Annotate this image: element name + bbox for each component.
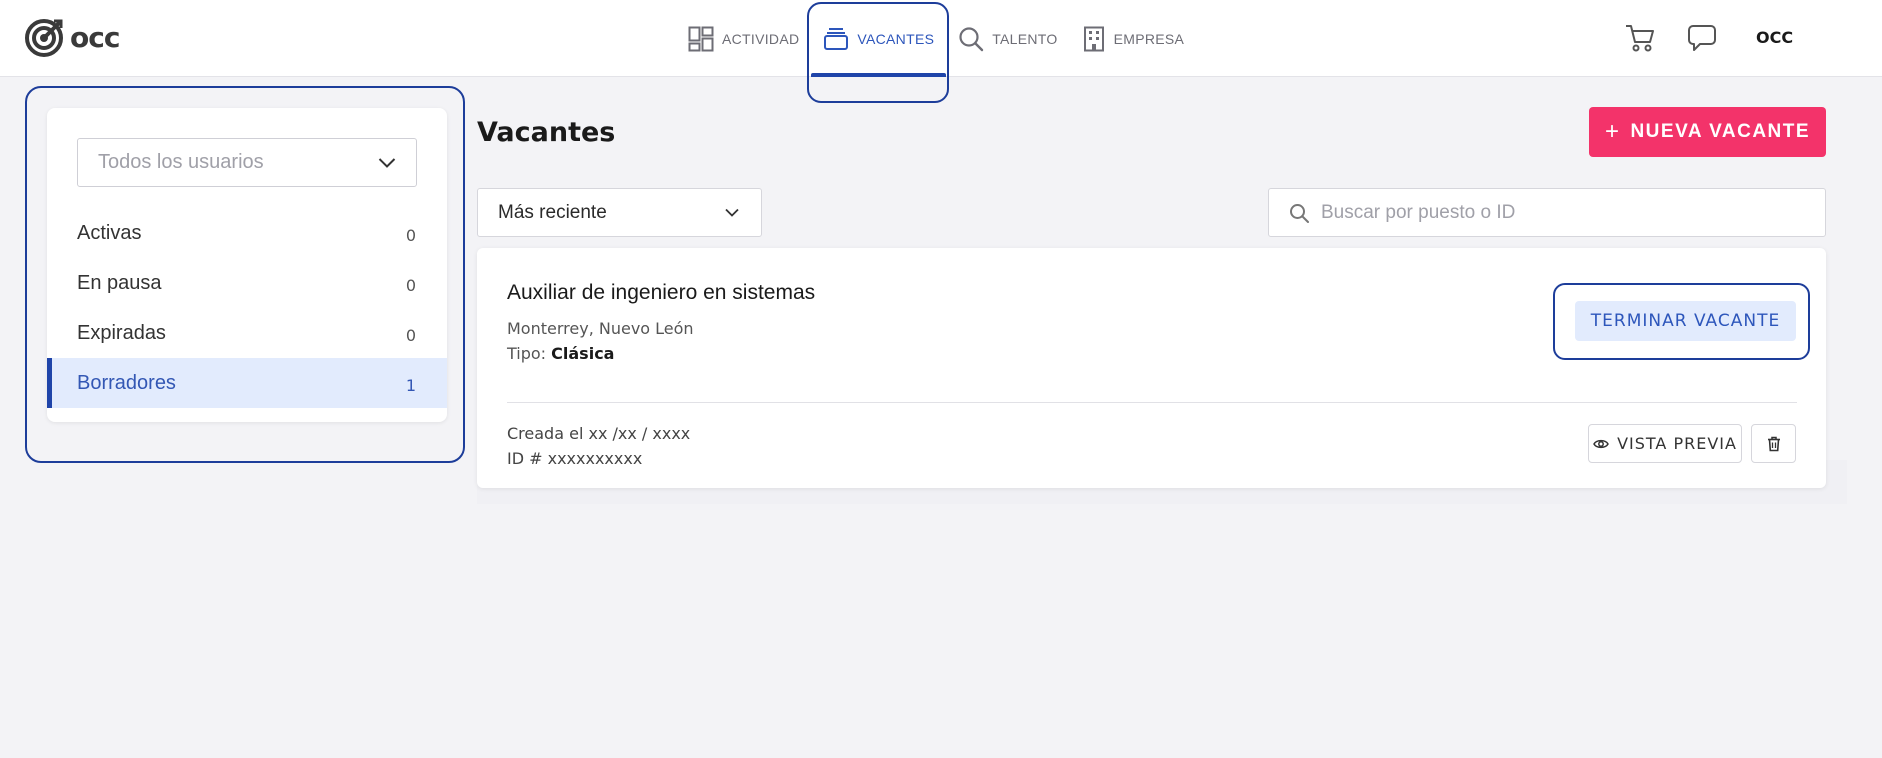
status-item-expiradas[interactable]: Expiradas 0 xyxy=(47,308,447,358)
nav-label-vacantes: VACANTES xyxy=(857,30,935,47)
status-label: Borradores xyxy=(77,371,176,394)
nav-label-actividad: ACTIVIDAD xyxy=(722,30,800,47)
chat-icon xyxy=(1688,25,1716,51)
nav-tab-empresa[interactable]: EMPRESA xyxy=(1070,0,1197,77)
vacancy-card: Auxiliar de ingeniero en sistemas Monter… xyxy=(477,248,1826,488)
vacancy-title[interactable]: Auxiliar de ingeniero en sistemas xyxy=(507,281,815,305)
logo-text: occ xyxy=(70,20,120,54)
status-list: Activas 0 En pausa 0 Expiradas 0 Borrado… xyxy=(47,208,447,408)
status-label: Activas xyxy=(77,221,142,244)
user-filter-dropdown[interactable]: Todos los usuarios xyxy=(77,138,417,187)
user-filter-value: Todos los usuarios xyxy=(98,151,264,173)
filter-sidebar: Todos los usuarios Activas 0 En pausa 0 … xyxy=(47,108,447,422)
vacancy-id: ID # xxxxxxxxxx xyxy=(507,449,643,468)
target-icon xyxy=(25,19,63,57)
main-nav: ACTIVIDAD VACANTES TALENTO EMPRESA xyxy=(676,0,1196,77)
nav-label-empresa: EMPRESA xyxy=(1113,30,1185,47)
status-count: 1 xyxy=(405,375,416,395)
chevron-down-icon xyxy=(378,157,396,168)
vacancy-type-value: Clásica xyxy=(551,344,615,363)
user-menu[interactable]: OCC xyxy=(1756,28,1793,47)
occ-logo[interactable]: occ xyxy=(24,17,120,57)
chat-button[interactable] xyxy=(1688,24,1716,57)
delete-button[interactable] xyxy=(1751,424,1796,463)
search-box xyxy=(1268,188,1826,237)
chevron-down-icon xyxy=(725,208,739,217)
nav-label-talento: TALENTO xyxy=(992,30,1058,47)
vacancy-location: Monterrey, Nuevo León xyxy=(507,319,694,338)
stack-icon xyxy=(824,27,849,50)
vacancy-type: Tipo: Clásica xyxy=(507,344,614,363)
dashboard-icon xyxy=(688,26,714,51)
trash-icon xyxy=(1767,436,1780,451)
page-title: Vacantes xyxy=(477,117,616,148)
top-bar: occ ACTIVIDAD VACANTES TALENTO EMPRESA O… xyxy=(0,0,1882,77)
plus-icon: + xyxy=(1604,118,1621,145)
card-divider xyxy=(507,402,1797,403)
created-date: Creada el xx /xx / xxxx xyxy=(507,424,691,443)
status-item-en-pausa[interactable]: En pausa 0 xyxy=(47,258,447,308)
new-vacancy-label: NUEVA VACANTE xyxy=(1630,121,1811,142)
preview-button[interactable]: VISTA PREVIA xyxy=(1588,424,1742,463)
cart-icon xyxy=(1626,25,1654,52)
status-count: 0 xyxy=(405,275,416,295)
status-count: 0 xyxy=(405,225,416,245)
search-icon xyxy=(1290,203,1309,223)
building-icon xyxy=(1083,26,1104,51)
sort-value: Más reciente xyxy=(498,201,607,223)
search-input[interactable] xyxy=(1321,201,1801,224)
new-vacancy-button[interactable]: + NUEVA VACANTE xyxy=(1589,107,1826,157)
search-icon xyxy=(959,26,984,51)
preview-label: VISTA PREVIA xyxy=(1617,434,1737,453)
end-vacancy-button[interactable]: TERMINAR VACANTE xyxy=(1575,301,1796,341)
status-item-borradores[interactable]: Borradores 1 xyxy=(47,358,447,408)
cart-button[interactable] xyxy=(1625,24,1655,57)
sort-dropdown[interactable]: Más reciente xyxy=(477,188,762,237)
status-count: 0 xyxy=(405,325,416,345)
vacancy-type-label: Tipo: xyxy=(507,344,547,363)
status-item-activas[interactable]: Activas 0 xyxy=(47,208,447,258)
status-label: Expiradas xyxy=(77,321,166,344)
status-label: En pausa xyxy=(77,271,162,294)
nav-tab-actividad[interactable]: ACTIVIDAD xyxy=(676,0,811,77)
nav-tab-vacantes[interactable]: VACANTES xyxy=(811,0,947,77)
eye-icon xyxy=(1593,439,1609,448)
nav-tab-talento[interactable]: TALENTO xyxy=(946,0,1069,77)
